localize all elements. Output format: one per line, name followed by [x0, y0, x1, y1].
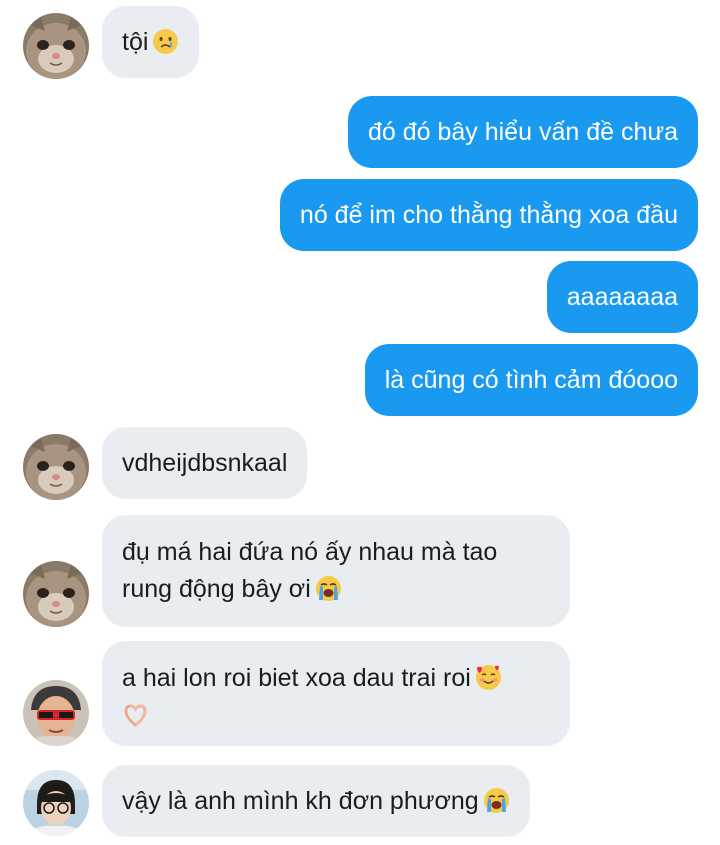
message-bubble-incoming[interactable]: vậy là anh mình kh đơn phương: [102, 765, 530, 837]
message-text-line: a hai lon roi biet xoa dau trai roi: [122, 660, 550, 697]
message-text: vậy là anh mình kh đơn phương: [122, 787, 479, 815]
message-bubble-outgoing[interactable]: đó đó bây hiểu vấn đề chưa: [347, 96, 698, 168]
message-text: tội: [122, 28, 149, 56]
person-glasses-avatar-icon: [23, 770, 89, 836]
heart-hands-emoji: [122, 701, 149, 728]
message-text-line: rung động bây ơi: [122, 571, 550, 608]
cat-avatar-icon: [23, 13, 89, 79]
message-text-line: [122, 697, 550, 734]
message-bubble-incoming[interactable]: a hai lon roi biet xoa dau trai roi: [102, 641, 570, 746]
message-bubble-incoming[interactable]: vdheijdbsnkaal: [102, 427, 308, 499]
message-text: vdheijdbsnkaal: [122, 449, 288, 477]
person-sunglasses-avatar-icon: [23, 680, 89, 746]
message-text: là cũng có tình cảm đóooo: [384, 366, 678, 394]
loudly-crying-face-emoji: [315, 575, 342, 602]
glasses-avatar[interactable]: [23, 770, 89, 836]
cat-avatar[interactable]: [23, 561, 89, 627]
message-bubble-incoming[interactable]: tội: [102, 6, 200, 78]
message-bubble-outgoing[interactable]: là cũng có tình cảm đóooo: [364, 344, 698, 416]
loudly-crying-face-emoji: [483, 787, 510, 814]
crying-face-emoji: [152, 28, 179, 55]
message-text: đó đó bây hiểu vấn đề chưa: [367, 118, 678, 146]
cat-avatar-icon: [23, 561, 89, 627]
sunglasses-avatar[interactable]: [23, 680, 89, 746]
cat-avatar-icon: [23, 434, 89, 500]
message-text-line: đụ má hai đứa nó ấy nhau mà tao: [122, 538, 498, 566]
cat-avatar[interactable]: [23, 434, 89, 500]
message-text-fragment: a hai lon roi biet xoa dau trai roi: [122, 664, 471, 692]
message-text: aaaaaaaa: [566, 283, 678, 311]
message-bubble-incoming[interactable]: đụ má hai đứa nó ấy nhau mà tao rung độn…: [102, 515, 570, 627]
message-text: nó để im cho thằng thằng xoa đầu: [299, 201, 678, 229]
smiling-face-with-hearts-emoji: [475, 664, 502, 691]
cat-avatar[interactable]: [23, 13, 89, 79]
message-bubble-outgoing[interactable]: nó để im cho thằng thằng xoa đầu: [279, 179, 698, 251]
message-text-fragment: rung động bây ơi: [122, 575, 311, 603]
message-bubble-outgoing[interactable]: aaaaaaaa: [546, 261, 698, 333]
